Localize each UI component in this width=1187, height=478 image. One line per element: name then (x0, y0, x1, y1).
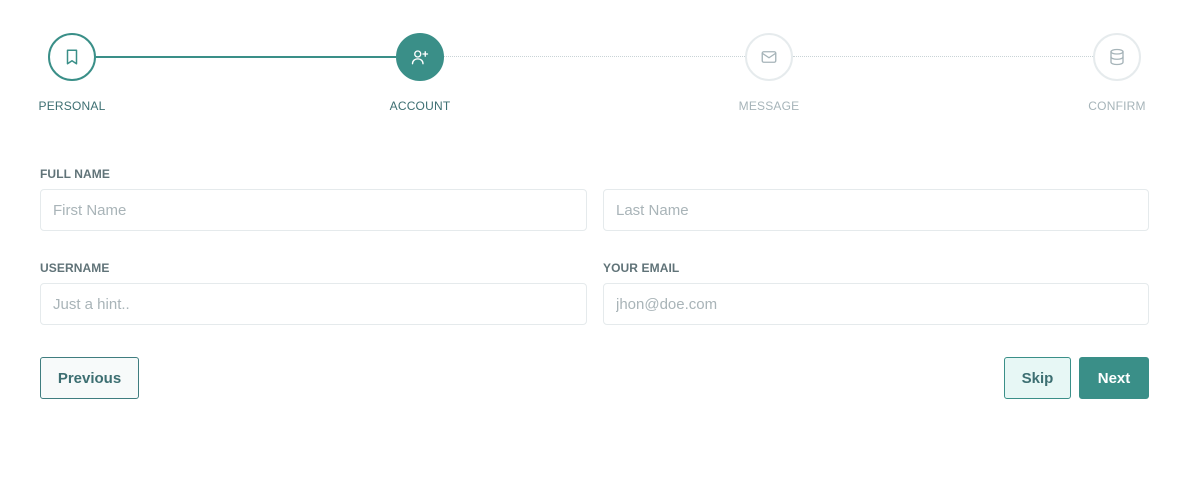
progress-stepper: PERSONAL ACCOUNT MESSAGE CONFIRM (0, 0, 1187, 130)
username-input[interactable] (40, 283, 587, 325)
full-name-label: FULL NAME (40, 167, 111, 181)
step-confirm[interactable]: CONFIRM (1037, 33, 1187, 113)
bookmark-icon (66, 49, 78, 65)
mail-icon (761, 51, 777, 63)
step-circle (745, 33, 793, 81)
step-account[interactable]: ACCOUNT (340, 33, 500, 113)
last-name-input[interactable] (603, 189, 1149, 231)
skip-button[interactable]: Skip (1004, 357, 1071, 399)
user-plus-icon (411, 50, 429, 65)
step-label: PERSONAL (38, 99, 106, 113)
step-circle (48, 33, 96, 81)
next-button[interactable]: Next (1079, 357, 1149, 399)
step-message[interactable]: MESSAGE (689, 33, 849, 113)
step-label: ACCOUNT (389, 99, 451, 113)
wizard-page: PERSONAL ACCOUNT MESSAGE CONFIRM FULL NA… (0, 0, 1187, 478)
username-label: USERNAME (40, 261, 110, 275)
step-label: CONFIRM (1088, 99, 1146, 113)
email-label: YOUR EMAIL (603, 261, 680, 275)
previous-button[interactable]: Previous (40, 357, 139, 399)
step-circle (396, 33, 444, 81)
database-icon (1110, 48, 1124, 66)
step-label: MESSAGE (738, 99, 800, 113)
step-circle (1093, 33, 1141, 81)
first-name-input[interactable] (40, 189, 587, 231)
email-input[interactable] (603, 283, 1149, 325)
step-personal[interactable]: PERSONAL (0, 33, 152, 113)
